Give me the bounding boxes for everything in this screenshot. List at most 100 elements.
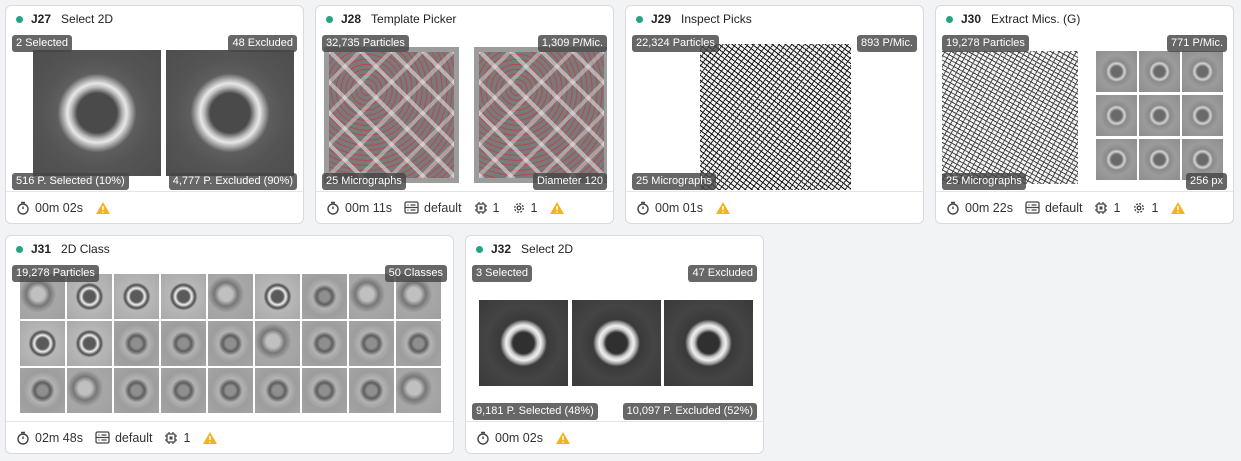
particles-selected-badge: 516 P. Selected (10%) bbox=[12, 173, 129, 190]
job-preview: 19,278 Particles 50 Classes bbox=[12, 265, 447, 420]
stopwatch-icon bbox=[17, 201, 29, 215]
status-dot bbox=[16, 245, 23, 253]
job-title: Inspect Picks bbox=[681, 12, 752, 26]
particle-image bbox=[1182, 51, 1223, 92]
particle-image bbox=[1096, 51, 1137, 92]
threads: 1 bbox=[1132, 201, 1158, 215]
server-icon bbox=[404, 201, 419, 214]
job-card-j30[interactable]: J30 Extract Mics. (G) 19,278 Particles 7… bbox=[935, 5, 1234, 224]
warning-icon[interactable] bbox=[202, 431, 223, 445]
runtime: 00m 02s bbox=[16, 201, 83, 215]
job-title: Extract Mics. (G) bbox=[991, 12, 1081, 26]
class-thumbnail bbox=[208, 274, 253, 319]
card-footer: 00m 22s default 1 1 bbox=[936, 191, 1233, 223]
class-thumbnail bbox=[302, 274, 347, 319]
particles-badge: 32,735 Particles bbox=[322, 35, 409, 52]
card-footer: 00m 02s bbox=[466, 421, 763, 453]
selected-badge: 3 Selected bbox=[472, 265, 532, 282]
chip-icon bbox=[474, 201, 487, 214]
class-thumbnail bbox=[20, 321, 65, 366]
job-id: J29 bbox=[651, 12, 672, 26]
card-footer: 00m 01s bbox=[626, 191, 923, 223]
class-thumbnail bbox=[349, 368, 394, 413]
chip-icon bbox=[1095, 201, 1108, 214]
status-dot bbox=[16, 15, 23, 23]
job-preview: 19,278 Particles 771 P/Mic. 25 Micrograp… bbox=[942, 35, 1227, 190]
card-header: J30 Extract Mics. (G) bbox=[936, 6, 1233, 32]
particle-image bbox=[1096, 139, 1137, 180]
classes-badge: 50 Classes bbox=[384, 265, 447, 282]
job-card-j28[interactable]: J28 Template Picker 32,735 Particles 1,3… bbox=[315, 5, 614, 224]
server-icon bbox=[95, 431, 110, 444]
class-thumbnail bbox=[302, 321, 347, 366]
lane: default bbox=[404, 201, 462, 215]
class-thumbnail bbox=[114, 321, 159, 366]
class-thumbnail bbox=[255, 368, 300, 413]
job-card-j27[interactable]: J27 Select 2D 2 Selected 48 Excluded 516… bbox=[5, 5, 304, 224]
gpus: 1 bbox=[164, 431, 190, 445]
job-title: 2D Class bbox=[61, 242, 110, 256]
stopwatch-icon bbox=[17, 431, 29, 445]
particle-image bbox=[1096, 95, 1137, 136]
gpus: 1 bbox=[474, 201, 500, 215]
card-header: J32 Select 2D bbox=[466, 236, 763, 262]
class-thumbnail bbox=[208, 368, 253, 413]
runtime: 00m 01s bbox=[636, 201, 703, 215]
particles-excluded-badge: 4,777 P. Excluded (90%) bbox=[168, 173, 297, 190]
particle-image bbox=[1139, 139, 1180, 180]
class-thumbnail bbox=[67, 321, 112, 366]
threads: 1 bbox=[512, 201, 537, 215]
class-thumbnail bbox=[396, 368, 441, 413]
warning-icon[interactable] bbox=[549, 201, 570, 215]
status-dot bbox=[476, 245, 483, 253]
card-footer: 00m 11s default 1 1 bbox=[316, 191, 613, 223]
micrograph-image bbox=[324, 47, 459, 183]
runtime: 00m 02s bbox=[476, 431, 543, 445]
warning-icon[interactable] bbox=[1170, 201, 1191, 215]
class-grid bbox=[20, 274, 444, 414]
job-id: J31 bbox=[31, 242, 52, 256]
micrographs-badge: 25 Micrographs bbox=[322, 173, 406, 190]
card-header: J27 Select 2D bbox=[6, 6, 303, 32]
stopwatch-icon bbox=[637, 201, 649, 215]
job-id: J28 bbox=[341, 12, 362, 26]
gear-icon bbox=[513, 202, 524, 213]
card-header: J28 Template Picker bbox=[316, 6, 613, 32]
per-mic-badge: 893 P/Mic. bbox=[857, 35, 917, 52]
particle-image bbox=[1139, 51, 1180, 92]
class-image bbox=[479, 300, 568, 386]
warning-icon[interactable] bbox=[715, 201, 736, 215]
picks-image bbox=[700, 44, 851, 190]
class-thumbnail bbox=[255, 274, 300, 319]
warning-icon[interactable] bbox=[555, 431, 576, 445]
lane: default bbox=[95, 431, 152, 445]
job-title: Template Picker bbox=[371, 12, 457, 26]
card-footer: 02m 48s default 1 bbox=[6, 421, 453, 453]
job-preview: 22,324 Particles 893 P/Mic. 25 Micrograp… bbox=[632, 35, 917, 190]
particle-image bbox=[1182, 95, 1223, 136]
particles-badge: 22,324 Particles bbox=[632, 35, 719, 52]
class-thumbnail bbox=[349, 321, 394, 366]
job-card-j31[interactable]: J31 2D Class 19,278 Particles 50 Classes… bbox=[5, 235, 454, 454]
gpus: 1 bbox=[1094, 201, 1120, 215]
warning-icon[interactable] bbox=[95, 201, 116, 215]
particles-excluded-badge: 10,097 P. Excluded (52%) bbox=[622, 403, 757, 420]
class-thumbnail bbox=[255, 321, 300, 366]
job-id: J30 bbox=[961, 12, 982, 26]
particles-badge: 19,278 Particles bbox=[942, 35, 1029, 52]
stopwatch-icon bbox=[327, 201, 339, 215]
per-mic-badge: 771 P/Mic. bbox=[1167, 35, 1227, 52]
micrographs-badge: 25 Micrographs bbox=[632, 173, 716, 190]
class-thumbnail bbox=[396, 321, 441, 366]
particle-image bbox=[1139, 95, 1180, 136]
job-card-j32[interactable]: J32 Select 2D 3 Selected 47 Excluded 9,1… bbox=[465, 235, 764, 454]
runtime: 00m 22s bbox=[946, 201, 1013, 215]
card-footer: 00m 02s bbox=[6, 191, 303, 223]
class-thumbnail bbox=[302, 368, 347, 413]
job-card-j29[interactable]: J29 Inspect Picks 22,324 Particles 893 P… bbox=[625, 5, 924, 224]
job-title: Select 2D bbox=[521, 242, 574, 256]
status-dot bbox=[636, 15, 643, 23]
particles-badge: 19,278 Particles bbox=[12, 265, 99, 282]
class-thumbnail bbox=[67, 368, 112, 413]
class-thumbnail bbox=[20, 368, 65, 413]
